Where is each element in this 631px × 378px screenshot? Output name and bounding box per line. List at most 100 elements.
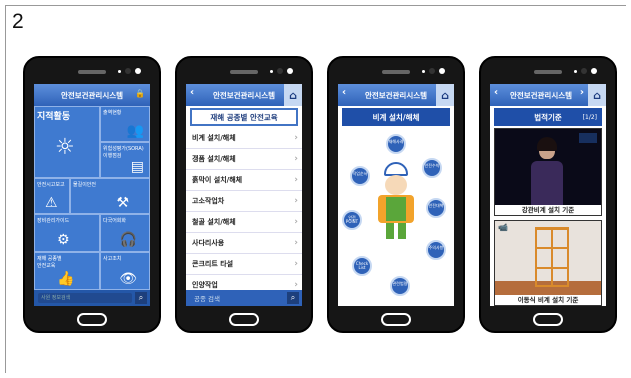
list-item-label: 흙막이 설치/해체	[192, 176, 243, 184]
chevron-right-icon: ›	[294, 259, 298, 269]
list-title: 비계 설치/해체	[342, 108, 450, 126]
tile-label: 사고조치	[103, 256, 122, 262]
lock-icon[interactable]: 🔒	[135, 89, 145, 98]
search-icon[interactable]: ⌕	[135, 292, 147, 304]
wrench-icon: ⚙	[57, 232, 70, 248]
tile-crane-safety[interactable]: 물길이안전 ⚒	[70, 178, 150, 214]
app-header: 안전보건관리시스템 🔒	[34, 84, 150, 106]
home-icon[interactable]: ⌂	[436, 84, 454, 106]
figure-number: 2	[12, 10, 24, 33]
scaffold-image[interactable]: 📹	[495, 221, 601, 295]
news-video-thumbnail[interactable]	[495, 129, 601, 205]
bubble-label: 주의사항	[428, 245, 444, 250]
worker-illustration	[376, 162, 416, 242]
phone-4: ‹ 안전보건관리시스템 › ⌂ 법적기준 [1/2] 강관비계 설치 기준 📹	[479, 56, 617, 333]
app-header: ‹ 안전보건관리시스템 ⌂	[186, 84, 302, 106]
bubble-label: 재해사례	[388, 139, 404, 144]
list-item[interactable]: 갱폼 설치/해체 ›	[186, 149, 302, 170]
video-card-2[interactable]: 📹 이동식 비계 설치 기준	[494, 220, 602, 306]
phone-1-screen: 안전보건관리시스템 🔒 지적활동 ☼ 출역현황 👥 위험성평가(SORA) 이행점검 ▤…	[34, 84, 150, 306]
list-item[interactable]: 콘크리트 타설 ›	[186, 254, 302, 275]
bubble-related-laws[interactable]: 관련법령	[390, 276, 410, 296]
bubble-safety-rules[interactable]: 안전수칙	[422, 158, 442, 178]
tile-label: 장비관리가이드	[37, 218, 70, 224]
home-button[interactable]	[229, 313, 259, 326]
tile-safety-activity[interactable]: 지적활동 ☼	[34, 106, 100, 178]
tile-accident-report[interactable]: 안전시고보고 ⚠	[34, 178, 70, 214]
tile-multilingual[interactable]: 다국어회화 🎧	[100, 214, 150, 252]
bubble-work-order[interactable]: 작업순서	[350, 166, 370, 186]
menu-grid: 지적활동 ☼ 출역현황 👥 위험성평가(SORA) 이행점검 ▤ 안전시고보고 ⚠ 물길…	[34, 106, 150, 290]
category-list: 비계 설치/해체 › 갱폼 설치/해체 › 흙막이 설치/해체 › 고소작업차 › 철골…	[186, 128, 302, 296]
list-item-label: 철골 설치/해체	[192, 218, 236, 226]
phone-1: 안전보건관리시스템 🔒 지적활동 ☼ 출역현황 👥 위험성평가(SORA) 이행점검 ▤…	[23, 56, 161, 333]
safety-diagram: 재해사례 작업순서 안전수칙 안전대책 안전 POINT Check List …	[338, 128, 454, 306]
back-icon[interactable]: ‹	[190, 87, 194, 98]
home-button[interactable]	[77, 313, 107, 326]
app-title: 안전보건관리시스템	[212, 90, 276, 100]
eye-icon: 👁	[119, 271, 137, 287]
thumbs-up-icon: 👍	[57, 271, 75, 287]
bubble-safety-measures[interactable]: 안전대책	[426, 198, 446, 218]
search-bar[interactable]: 공종 검색 ⌕	[186, 290, 302, 306]
tile-risk-assessment[interactable]: 위험성평가(SORA) 이행점검 ▤	[100, 142, 150, 178]
phone-4-screen: ‹ 안전보건관리시스템 › ⌂ 법적기준 [1/2] 강관비계 설치 기준 📹	[490, 84, 606, 306]
tile-label: 재해 공종별 안전교육	[37, 256, 62, 269]
phone-3-screen: ‹ 안전보건관리시스템 ⌂ 비계 설치/해체 재해사례 작업순서 안전수칙 안전대책…	[338, 84, 454, 306]
home-button[interactable]	[533, 313, 563, 326]
list-item[interactable]: 철골 설치/해체 ›	[186, 212, 302, 233]
bubble-precautions[interactable]: 주의사항	[426, 240, 446, 260]
list-title: 법적기준	[534, 112, 562, 122]
search-input[interactable]: 사원 정보검색	[38, 293, 132, 303]
home-button[interactable]	[381, 313, 411, 326]
list-item[interactable]: 사다리사용 ›	[186, 233, 302, 254]
chevron-right-icon: ›	[294, 154, 298, 164]
bubble-accident-cases[interactable]: 재해사례	[386, 134, 406, 154]
bubble-label: 작업순서	[352, 171, 368, 176]
video-caption: 이동식 비계 설치 기준	[517, 296, 579, 304]
back-icon[interactable]: ‹	[342, 87, 346, 98]
back-icon[interactable]: ‹	[494, 87, 498, 98]
page-indicator: [1/2]	[582, 113, 597, 121]
list-item[interactable]: 흙막이 설치/해체 ›	[186, 170, 302, 191]
video-caption: 강관비계 설치 기준	[521, 206, 575, 214]
chevron-right-icon: ›	[294, 133, 298, 143]
list-title: 재해 공종별 안전교육	[190, 108, 298, 126]
tile-attendance[interactable]: 출역현황 👥	[100, 106, 150, 142]
next-icon[interactable]: ›	[580, 87, 584, 98]
camera-icon	[125, 68, 131, 74]
app-header: ‹ 안전보건관리시스템 › ⌂	[490, 84, 606, 106]
tile-accident-action[interactable]: 사고조치 👁	[100, 252, 150, 290]
list-item-label: 사다리사용	[192, 239, 225, 247]
tile-label: 위험성평가(SORA) 이행점검	[103, 146, 144, 159]
list-item-label: 고소작업차	[192, 197, 225, 205]
tile-label: 지적활동	[37, 112, 71, 122]
chevron-right-icon: ›	[294, 196, 298, 206]
crane-icon: ⚒	[116, 195, 129, 211]
bubble-label: 관련법령	[392, 281, 408, 286]
bubble-label: 안전 POINT	[345, 215, 359, 225]
tile-label: 출역현황	[103, 110, 122, 116]
sun-icon: ☼	[55, 135, 75, 160]
search-icon[interactable]: ⌕	[287, 292, 299, 304]
bubble-label: 안전대책	[428, 203, 444, 208]
video-card-1[interactable]: 강관비계 설치 기준	[494, 128, 602, 216]
chevron-right-icon: ›	[294, 280, 298, 290]
tile-safety-education[interactable]: 재해 공종별 안전교육 👍	[34, 252, 100, 290]
list-item-label: 인양작업	[192, 281, 218, 289]
bubble-safety-point[interactable]: 안전 POINT	[342, 210, 362, 230]
bubble-checklist[interactable]: Check List	[352, 256, 372, 276]
document-icon: ▤	[130, 159, 144, 175]
search-bar: 사원 정보검색 ⌕	[34, 290, 150, 306]
siren-icon: ⚠	[45, 195, 58, 211]
home-icon[interactable]: ⌂	[284, 84, 302, 106]
tile-equipment-guide[interactable]: 장비관리가이드 ⚙	[34, 214, 100, 252]
tile-label: 다국어회화	[103, 218, 127, 224]
bubble-label: 안전수칙	[424, 163, 440, 168]
list-item[interactable]: 고소작업차 ›	[186, 191, 302, 212]
home-icon[interactable]: ⌂	[588, 84, 606, 106]
tile-label: 안전시고보고	[37, 182, 65, 188]
bubble-label: Check List	[355, 261, 369, 271]
chevron-right-icon: ›	[294, 175, 298, 185]
list-item[interactable]: 비계 설치/해체 ›	[186, 128, 302, 149]
